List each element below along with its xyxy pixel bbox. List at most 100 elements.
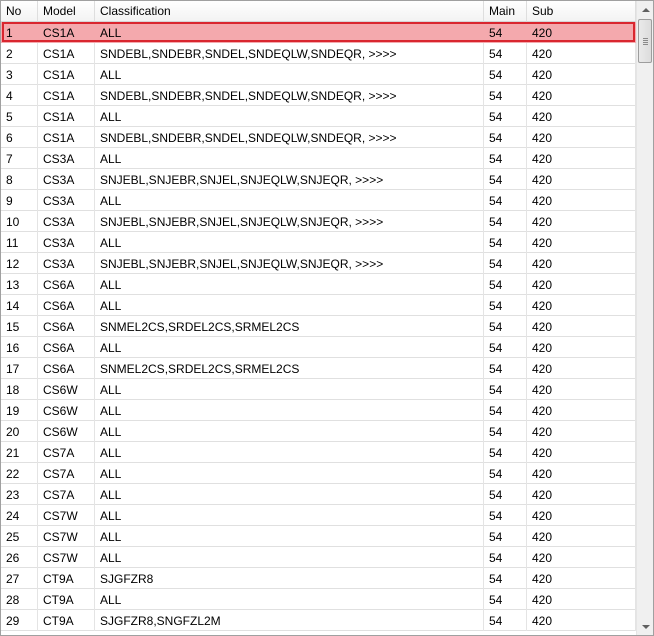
table-row[interactable]: 2 CS1A SNDEBL,SNDEBR,SNDEL,SNDEQLW,SNDEQR,… <box>1 43 636 64</box>
cell-classification: ALL <box>95 421 484 442</box>
column-header-sub[interactable]: Sub <box>527 1 636 22</box>
table-row[interactable]: 3 CS1A ALL 54 420 <box>1 64 636 85</box>
cell-sub: 420 <box>527 484 636 505</box>
table-row[interactable]: 9 CS3A ALL 54 420 <box>1 190 636 211</box>
cell-model: CT9A <box>38 568 95 589</box>
cell-classification: ALL <box>95 505 484 526</box>
cell-main: 54 <box>484 589 527 610</box>
cell-main: 54 <box>484 148 527 169</box>
cell-sub: 420 <box>527 169 636 190</box>
cell-sub: 420 <box>527 337 636 358</box>
column-header-no[interactable]: No <box>1 1 38 22</box>
cell-model: CS7A <box>38 484 95 505</box>
cell-classification: ALL <box>95 547 484 568</box>
cell-no: 9 <box>1 190 38 211</box>
table-row[interactable]: 23 CS7A ALL 54 420 <box>1 484 636 505</box>
cell-main: 54 <box>484 316 527 337</box>
scroll-down-button[interactable] <box>638 618 653 635</box>
vertical-scrollbar[interactable] <box>636 1 653 635</box>
table-row[interactable]: 5 CS1A ALL 54 420 <box>1 106 636 127</box>
table-row[interactable]: 1 CS1A ALL 54 420 <box>1 22 636 43</box>
table-row[interactable]: 22 CS7A ALL 54 420 <box>1 463 636 484</box>
cell-sub: 420 <box>527 316 636 337</box>
table: No Model Classification Main Sub 1 CS1A AL… <box>1 1 636 635</box>
table-row[interactable]: 11 CS3A ALL 54 420 <box>1 232 636 253</box>
cell-model: CS7W <box>38 505 95 526</box>
column-header-main[interactable]: Main <box>484 1 527 22</box>
column-header-classification[interactable]: Classification <box>95 1 484 22</box>
cell-sub: 420 <box>527 547 636 568</box>
table-row[interactable]: 14 CS6A ALL 54 420 <box>1 295 636 316</box>
table-row[interactable]: 18 CS6W ALL 54 420 <box>1 379 636 400</box>
cell-model: CS6W <box>38 421 95 442</box>
cell-classification: SNMEL2CS,SRDEL2CS,SRMEL2CS <box>95 358 484 379</box>
cell-model: CS6W <box>38 400 95 421</box>
cell-sub: 420 <box>527 526 636 547</box>
cell-classification: ALL <box>95 22 484 43</box>
table-row[interactable]: 21 CS7A ALL 54 420 <box>1 442 636 463</box>
table-row[interactable]: 28 CT9A ALL 54 420 <box>1 589 636 610</box>
table-row[interactable]: 20 CS6W ALL 54 420 <box>1 421 636 442</box>
cell-classification: ALL <box>95 274 484 295</box>
cell-model: CS7A <box>38 463 95 484</box>
table-row[interactable]: 13 CS6A ALL 54 420 <box>1 274 636 295</box>
cell-model: CS6A <box>38 316 95 337</box>
cell-model: CS7W <box>38 547 95 568</box>
column-header-model[interactable]: Model <box>38 1 95 22</box>
table-row[interactable]: 8 CS3A SNJEBL,SNJEBR,SNJEL,SNJEQLW,SNJEQR,… <box>1 169 636 190</box>
cell-model: CS3A <box>38 148 95 169</box>
table-row[interactable]: 26 CS7W ALL 54 420 <box>1 547 636 568</box>
table-row[interactable]: 6 CS1A SNDEBL,SNDEBR,SNDEL,SNDEQLW,SNDEQR,… <box>1 127 636 148</box>
cell-main: 54 <box>484 379 527 400</box>
cell-model: CS6A <box>38 358 95 379</box>
cell-classification: ALL <box>95 64 484 85</box>
cell-sub: 420 <box>527 190 636 211</box>
cell-model: CT9A <box>38 610 95 631</box>
table-row[interactable]: 17 CS6A SNMEL2CS,SRDEL2CS,SRMEL2CS 54 420 <box>1 358 636 379</box>
cell-classification: ALL <box>95 232 484 253</box>
scroll-up-button[interactable] <box>638 1 653 18</box>
cell-sub: 420 <box>527 610 636 631</box>
grip-line <box>643 38 648 39</box>
cell-model: CS1A <box>38 22 95 43</box>
table-row[interactable]: 29 CT9A SJGFZR8,SNGFZL2M 54 420 <box>1 610 636 631</box>
table-row[interactable]: 4 CS1A SNDEBL,SNDEBR,SNDEL,SNDEQLW,SNDEQR,… <box>1 85 636 106</box>
cell-main: 54 <box>484 568 527 589</box>
cell-classification: ALL <box>95 484 484 505</box>
table-row[interactable]: 12 CS3A SNJEBL,SNJEBR,SNJEL,SNJEQLW,SNJEQR… <box>1 253 636 274</box>
arrow-down-icon <box>641 624 650 629</box>
cell-sub: 420 <box>527 463 636 484</box>
cell-no: 23 <box>1 484 38 505</box>
scrollbar-thumb[interactable] <box>638 19 652 63</box>
cell-sub: 420 <box>527 568 636 589</box>
cell-sub: 420 <box>527 127 636 148</box>
table-row[interactable]: 25 CS7W ALL 54 420 <box>1 526 636 547</box>
table-row[interactable]: 27 CT9A SJGFZR8 54 420 <box>1 568 636 589</box>
cell-sub: 420 <box>527 421 636 442</box>
cell-classification: SNMEL2CS,SRDEL2CS,SRMEL2CS <box>95 316 484 337</box>
cell-sub: 420 <box>527 64 636 85</box>
cell-main: 54 <box>484 484 527 505</box>
cell-classification: SNDEBL,SNDEBR,SNDEL,SNDEQLW,SNDEQR, >>>> <box>95 127 484 148</box>
cell-main: 54 <box>484 211 527 232</box>
table-row[interactable]: 19 CS6W ALL 54 420 <box>1 400 636 421</box>
table-row[interactable]: 10 CS3A SNJEBL,SNJEBR,SNJEL,SNJEQLW,SNJEQR… <box>1 211 636 232</box>
cell-sub: 420 <box>527 442 636 463</box>
table-row[interactable]: 15 CS6A SNMEL2CS,SRDEL2CS,SRMEL2CS 54 420 <box>1 316 636 337</box>
cell-no: 10 <box>1 211 38 232</box>
cell-model: CS7A <box>38 442 95 463</box>
cell-model: CS6A <box>38 274 95 295</box>
cell-classification: ALL <box>95 148 484 169</box>
table-row[interactable]: 7 CS3A ALL 54 420 <box>1 148 636 169</box>
cell-no: 6 <box>1 127 38 148</box>
cell-no: 3 <box>1 64 38 85</box>
cell-sub: 420 <box>527 505 636 526</box>
table-row[interactable]: 24 CS7W ALL 54 420 <box>1 505 636 526</box>
cell-main: 54 <box>484 442 527 463</box>
table-row[interactable]: 16 CS6A ALL 54 420 <box>1 337 636 358</box>
cell-classification: SJGFZR8,SNGFZL2M <box>95 610 484 631</box>
cell-no: 22 <box>1 463 38 484</box>
cell-main: 54 <box>484 610 527 631</box>
list-view[interactable]: No Model Classification Main Sub 1 CS1A AL… <box>0 0 654 636</box>
cell-main: 54 <box>484 358 527 379</box>
